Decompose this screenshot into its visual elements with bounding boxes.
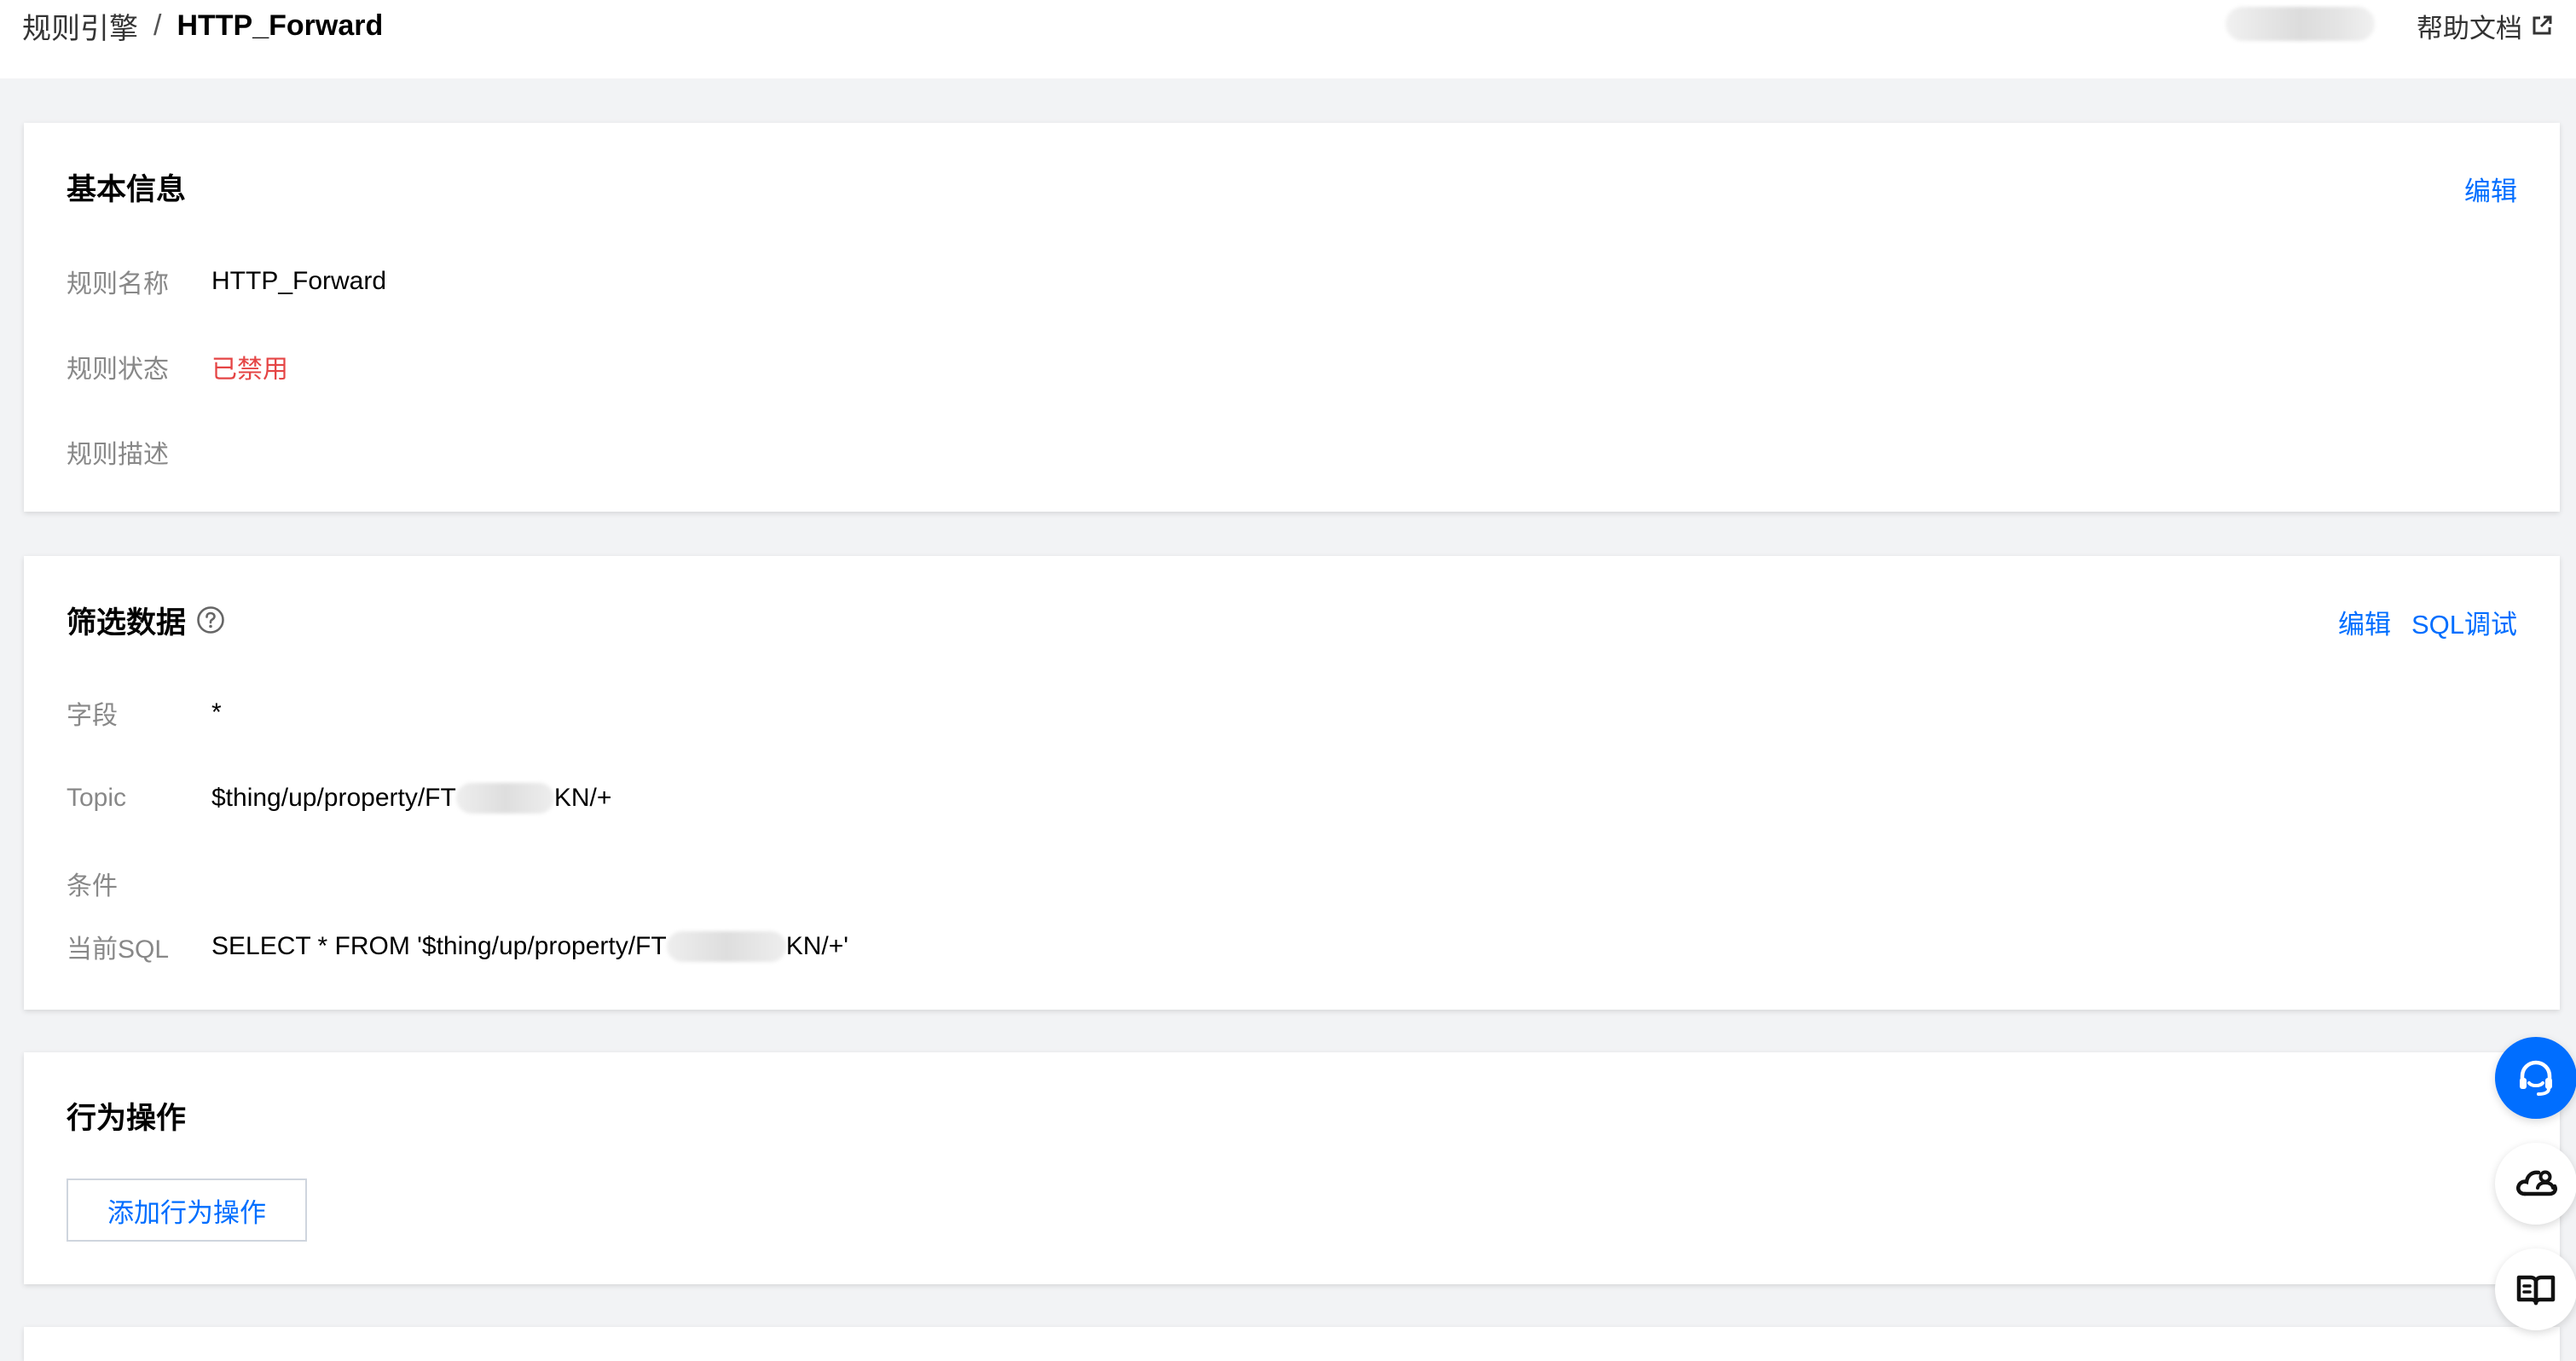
help-docs-link[interactable]: 帮助文档 <box>2417 7 2553 44</box>
filter-data-title: 筛选数据 <box>67 605 187 640</box>
field-row: 字段 * <box>67 694 222 732</box>
field-value: * <box>211 698 222 727</box>
breadcrumb-rule-engine[interactable]: 规则引擎 <box>22 5 138 47</box>
question-circle-icon[interactable] <box>196 605 225 634</box>
page-title: HTTP_Forward <box>177 9 384 42</box>
breadcrumb-separator: / <box>153 9 162 42</box>
field-label: 字段 <box>67 702 118 730</box>
filter-data-edit-button[interactable]: 编辑 <box>2338 603 2391 641</box>
topic-label: Topic <box>67 784 127 812</box>
actions-title: 行为操作 <box>67 1101 187 1135</box>
topic-value: $thing/up/property/FT KN/+ <box>211 783 611 814</box>
redacted-text <box>455 783 554 814</box>
next-card-partial <box>24 1327 2560 1361</box>
topic-value-suffix: KN/+ <box>553 784 612 812</box>
basic-info-card: 基本信息 编辑 规则名称 HTTP_Forward 规则状态 已禁用 规则描述 <box>24 123 2560 512</box>
cloud-user-icon <box>2516 1170 2557 1196</box>
customer-service-button[interactable] <box>2495 1037 2576 1119</box>
breadcrumb: 规则引擎 / HTTP_Forward <box>22 5 384 47</box>
filter-data-card: 筛选数据 编辑 SQL调试 字段 * Topic $thing/up/prope… <box>24 556 2560 1010</box>
docs-guide-button[interactable] <box>2495 1248 2576 1330</box>
topic-row: Topic $thing/up/property/FT KN/+ <box>67 779 611 817</box>
rule-description-row: 规则描述 <box>67 433 211 471</box>
redacted-text <box>666 931 786 962</box>
rule-name-label: 规则名称 <box>67 270 169 298</box>
basic-info-actions: 编辑 <box>2464 170 2517 207</box>
condition-label: 条件 <box>67 872 118 901</box>
current-sql-suffix: KN/+' <box>785 932 848 960</box>
current-sql-value: SELECT * FROM '$thing/up/property/FT KN/… <box>211 931 848 962</box>
rule-name-value: HTTP_Forward <box>211 267 387 295</box>
basic-info-title: 基本信息 <box>67 172 187 206</box>
headset-icon <box>2520 1060 2552 1096</box>
filter-data-actions: 编辑 SQL调试 <box>2338 603 2517 640</box>
filter-data-title-wrap: 筛选数据 <box>67 601 225 640</box>
add-action-button[interactable]: 添加行为操作 <box>67 1179 307 1242</box>
rule-name-row: 规则名称 HTTP_Forward <box>67 263 386 300</box>
rule-description-label: 规则描述 <box>67 441 169 469</box>
topic-value-prefix: $thing/up/property/FT <box>211 784 456 812</box>
cloud-assistant-button[interactable] <box>2495 1143 2576 1225</box>
help-docs-label: 帮助文档 <box>2417 13 2522 43</box>
rule-status-value: 已禁用 <box>211 356 288 384</box>
current-sql-label: 当前SQL <box>67 935 170 964</box>
rule-status-label: 规则状态 <box>67 356 169 384</box>
condition-row: 条件 <box>67 865 211 902</box>
external-link-icon <box>2533 15 2552 35</box>
user-avatar-blurred[interactable] <box>2226 7 2375 41</box>
sql-debug-button[interactable]: SQL调试 <box>2411 603 2517 641</box>
current-sql-prefix: SELECT * FROM '$thing/up/property/FT <box>211 932 667 960</box>
open-book-icon <box>2516 1275 2556 1306</box>
current-sql-row: 当前SQL SELECT * FROM '$thing/up/property/… <box>67 928 848 965</box>
basic-info-edit-button[interactable]: 编辑 <box>2464 170 2517 208</box>
top-bar: 规则引擎 / HTTP_Forward 帮助文档 <box>0 0 2576 78</box>
rule-status-row: 规则状态 已禁用 <box>67 348 288 385</box>
actions-card: 行为操作 添加行为操作 <box>24 1052 2560 1284</box>
